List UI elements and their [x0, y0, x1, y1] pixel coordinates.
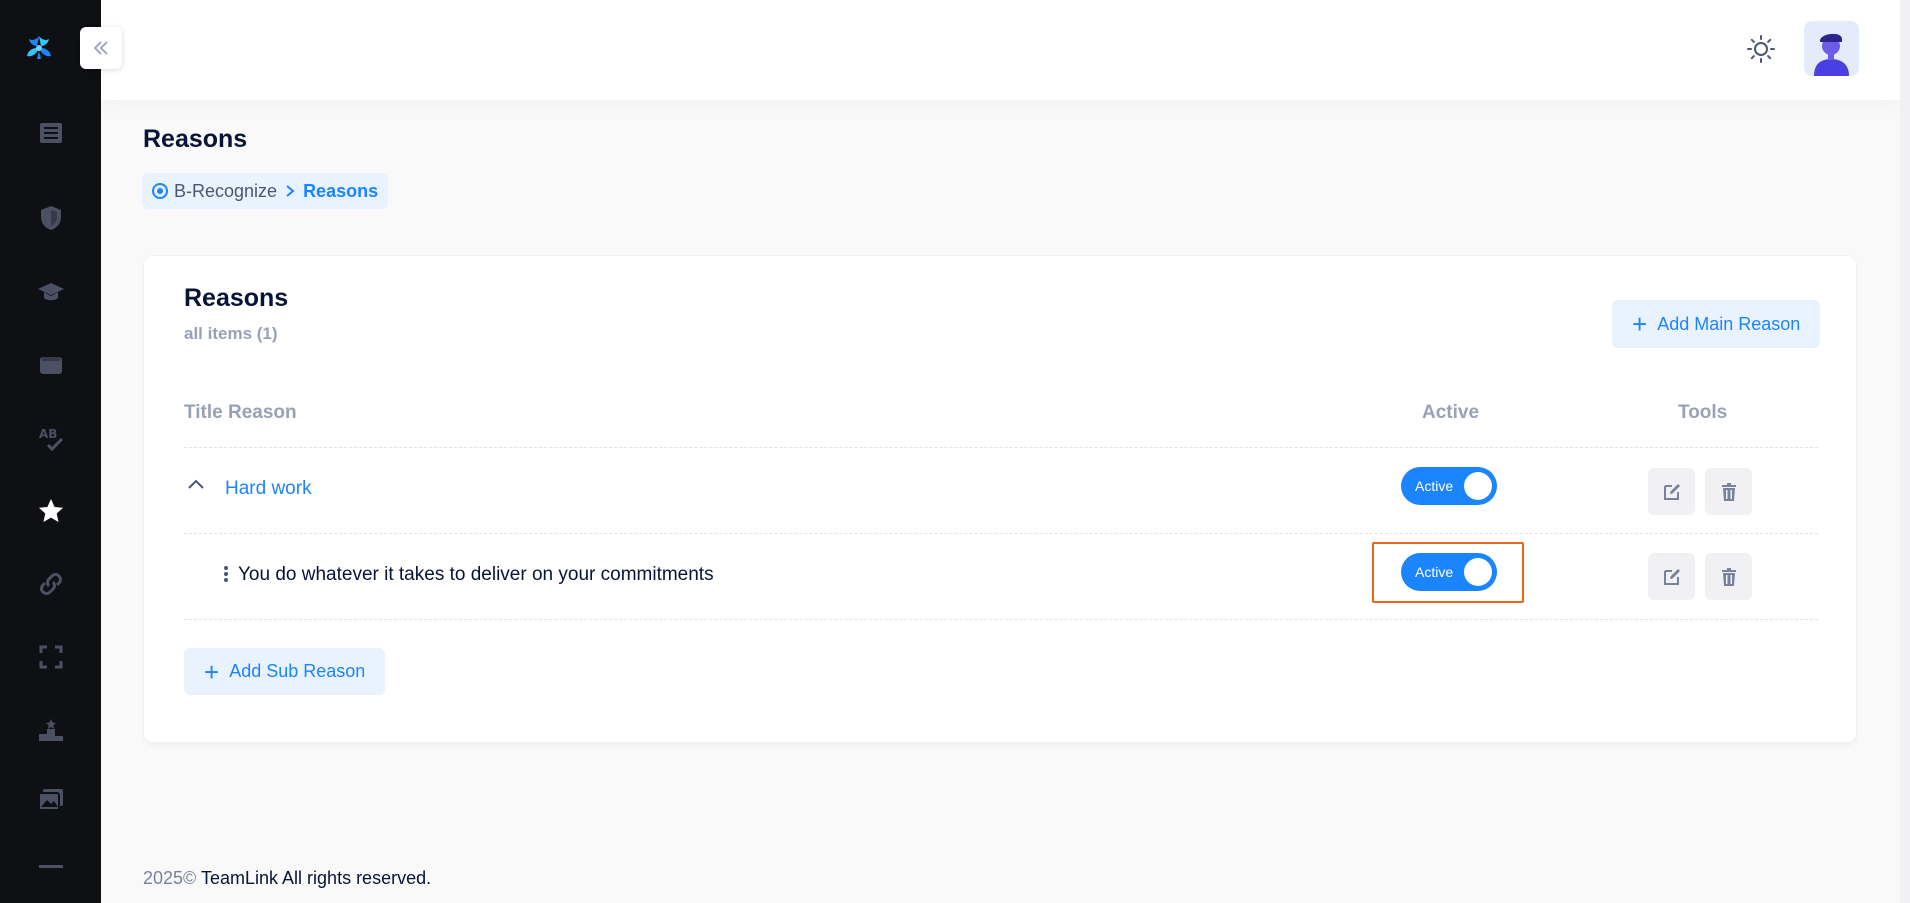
gallery-icon [37, 789, 63, 811]
page-title: Reasons [143, 125, 248, 153]
card-title: Reasons [184, 284, 289, 312]
column-tools: Tools [1678, 402, 1728, 423]
podium-icon [38, 719, 63, 741]
sidebar-item-recognize[interactable] [0, 481, 101, 541]
footer-text[interactable]: TeamLink All rights reserved. [201, 868, 431, 888]
add-sub-reason-button[interactable]: + Add Sub Reason [184, 648, 386, 695]
edit-icon [1663, 483, 1680, 500]
breadcrumb: B-Recognize Reasons [142, 173, 389, 209]
row-divider [184, 619, 1818, 620]
sidebar-item-wallet[interactable] [0, 335, 101, 395]
items-count: all items (1) [184, 324, 278, 343]
newspaper-icon [39, 123, 62, 143]
toggle-knob [1464, 472, 1492, 500]
plus-icon: + [1632, 309, 1648, 339]
footer-year: 2025© [143, 868, 197, 888]
sidebar-item-gallery[interactable] [0, 770, 101, 830]
graduation-cap-icon [37, 283, 64, 301]
sidebar-item-leaderboard[interactable] [0, 700, 101, 760]
star-icon [38, 499, 63, 522]
page-scrollbar[interactable] [1900, 0, 1910, 903]
trash-icon [1721, 567, 1736, 586]
add-main-reason-button[interactable]: + Add Main Reason [1612, 300, 1821, 348]
plus-icon: + [204, 656, 220, 687]
row-divider [184, 447, 1818, 448]
sidebar-item-spellcheck[interactable]: AB [0, 408, 101, 468]
sidebar: AB [0, 0, 101, 903]
svg-text:AB: AB [39, 427, 57, 441]
edit-button[interactable] [1648, 553, 1695, 600]
sidebar-collapse-button[interactable] [80, 27, 122, 69]
link-icon [39, 573, 62, 595]
add-main-reason-label: Add Main Reason [1657, 313, 1801, 334]
top-header [101, 0, 1900, 100]
teamlink-logo[interactable] [22, 32, 56, 64]
reasons-card: Reasons all items (1) + Add Main Reason … [143, 255, 1857, 743]
target-icon [152, 183, 168, 199]
user-avatar[interactable] [1804, 21, 1859, 76]
active-toggle-main[interactable]: Active [1401, 467, 1497, 505]
chevron-up-icon[interactable] [184, 472, 208, 496]
wallet-icon [39, 357, 62, 374]
row-divider [184, 533, 1818, 534]
sub-reason-title[interactable]: You do whatever it takes to deliver on y… [238, 564, 714, 586]
delete-button[interactable] [1705, 468, 1752, 515]
main-reason-title[interactable]: Hard work [225, 478, 312, 500]
column-title-reason: Title Reason [184, 402, 297, 423]
spellcheck-icon: AB [39, 427, 63, 452]
focus-highlight [1372, 542, 1524, 603]
sidebar-item-courses[interactable] [0, 262, 101, 322]
toggle-label: Active [1415, 478, 1454, 494]
breadcrumb-home[interactable]: B-Recognize [174, 181, 277, 202]
edit-button[interactable] [1648, 468, 1695, 515]
add-sub-reason-label: Add Sub Reason [229, 661, 366, 681]
sidebar-item-security[interactable] [0, 188, 101, 248]
column-active: Active [1422, 402, 1480, 423]
sidebar-item-more[interactable] [0, 836, 101, 896]
minus-icon [38, 865, 63, 868]
edit-icon [1663, 568, 1680, 585]
double-chevron-left-icon [93, 41, 108, 55]
delete-button[interactable] [1705, 553, 1752, 600]
avatar-illustration [1814, 33, 1849, 76]
shield-icon [40, 206, 61, 230]
fullscreen-icon [39, 645, 62, 669]
sidebar-item-scan[interactable] [0, 627, 101, 687]
trash-icon [1721, 482, 1736, 501]
chevron-right-icon [286, 185, 295, 197]
drag-handle-icon[interactable] [223, 565, 229, 583]
breadcrumb-current: Reasons [303, 180, 379, 201]
sidebar-item-links[interactable] [0, 554, 101, 614]
sun-icon[interactable] [1746, 34, 1776, 64]
footer: 2025© TeamLink All rights reserved. [143, 868, 431, 889]
sidebar-item-news[interactable] [0, 103, 101, 163]
